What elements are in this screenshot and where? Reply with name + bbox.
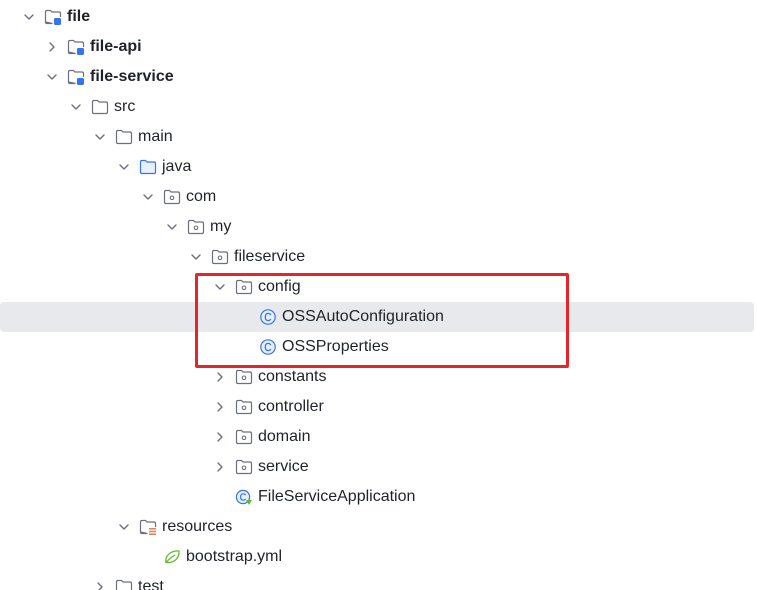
tree-item-label: config xyxy=(258,278,301,295)
chevron-down-icon[interactable] xyxy=(189,250,203,264)
class-icon xyxy=(259,308,277,326)
class-icon xyxy=(259,338,277,356)
package-icon xyxy=(235,398,253,416)
tree-item-file[interactable]: file xyxy=(0,2,757,32)
tree-item-my[interactable]: my xyxy=(0,212,757,242)
package-icon xyxy=(211,248,229,266)
chevron-down-icon[interactable] xyxy=(93,130,107,144)
tree-item-label: main xyxy=(138,128,173,145)
tree-item-service[interactable]: service xyxy=(0,452,757,482)
resources-folder-icon xyxy=(139,518,157,536)
tree-item-domain[interactable]: domain xyxy=(0,422,757,452)
tree-item-label: OSSProperties xyxy=(282,338,389,355)
chevron-down-icon[interactable] xyxy=(22,10,36,24)
chevron-down-icon[interactable] xyxy=(213,280,227,294)
module-folder-icon xyxy=(44,8,62,26)
tree-item-java[interactable]: java xyxy=(0,152,757,182)
tree-item-test[interactable]: test xyxy=(0,572,757,590)
tree-item-file-service[interactable]: file-service xyxy=(0,62,757,92)
tree-item-label: src xyxy=(114,98,136,115)
chevron-right-icon[interactable] xyxy=(213,430,227,444)
chevron-right-icon[interactable] xyxy=(93,580,107,590)
spring-yml-icon xyxy=(163,548,181,566)
chevron-down-icon[interactable] xyxy=(45,70,59,84)
tree-item-bootstrap-yml[interactable]: bootstrap.yml xyxy=(0,542,757,572)
tree-item-oss-auto-configuration[interactable]: OSSAutoConfiguration xyxy=(0,302,754,332)
tree-item-resources[interactable]: resources xyxy=(0,512,757,542)
package-icon xyxy=(235,278,253,296)
tree-item-label: OSSAutoConfiguration xyxy=(282,308,444,325)
package-icon xyxy=(235,428,253,446)
module-folder-icon xyxy=(67,68,85,86)
tree-item-label: constants xyxy=(258,368,327,385)
chevron-down-icon[interactable] xyxy=(141,190,155,204)
chevron-right-icon[interactable] xyxy=(213,460,227,474)
folder-icon xyxy=(91,98,109,116)
tree-item-file-service-application[interactable]: FileServiceApplication xyxy=(0,482,757,512)
tree-item-label: file-service xyxy=(90,68,174,85)
chevron-right-icon[interactable] xyxy=(213,400,227,414)
tree-item-label: com xyxy=(186,188,217,205)
tree-item-file-api[interactable]: file-api xyxy=(0,32,757,62)
tree-item-src[interactable]: src xyxy=(0,92,757,122)
source-root-folder-icon xyxy=(139,158,157,176)
package-icon xyxy=(187,218,205,236)
tree-item-label: controller xyxy=(258,398,324,415)
chevron-right-icon[interactable] xyxy=(45,40,59,54)
tree-item-oss-properties[interactable]: OSSProperties xyxy=(0,332,757,362)
package-icon xyxy=(235,458,253,476)
tree-item-label: java xyxy=(162,158,192,175)
chevron-down-icon[interactable] xyxy=(69,100,83,114)
tree-item-controller[interactable]: controller xyxy=(0,392,757,422)
package-icon xyxy=(235,368,253,386)
tree-item-fileservice[interactable]: fileservice xyxy=(0,242,757,272)
tree-item-label: service xyxy=(258,458,309,475)
spring-boot-class-icon xyxy=(235,488,253,506)
tree-item-label: file xyxy=(67,8,91,25)
chevron-down-icon[interactable] xyxy=(117,520,131,534)
tree-item-label: test xyxy=(138,578,164,590)
tree-item-label: fileservice xyxy=(234,248,306,265)
tree-item-label: FileServiceApplication xyxy=(258,488,416,505)
tree-item-label: bootstrap.yml xyxy=(186,548,283,565)
project-tree: file file-api file-service src main java… xyxy=(0,2,757,590)
module-folder-icon xyxy=(67,38,85,56)
folder-icon xyxy=(115,128,133,146)
tree-item-com[interactable]: com xyxy=(0,182,757,212)
tree-item-main[interactable]: main xyxy=(0,122,757,152)
chevron-down-icon[interactable] xyxy=(165,220,179,234)
tree-item-config[interactable]: config xyxy=(0,272,757,302)
tree-item-label: domain xyxy=(258,428,311,445)
package-icon xyxy=(163,188,181,206)
tree-item-label: file-api xyxy=(90,38,142,55)
chevron-right-icon[interactable] xyxy=(213,370,227,384)
tree-item-constants[interactable]: constants xyxy=(0,362,757,392)
chevron-down-icon[interactable] xyxy=(117,160,131,174)
tree-item-label: resources xyxy=(162,518,233,535)
folder-icon xyxy=(115,578,133,590)
tree-item-label: my xyxy=(210,218,232,235)
